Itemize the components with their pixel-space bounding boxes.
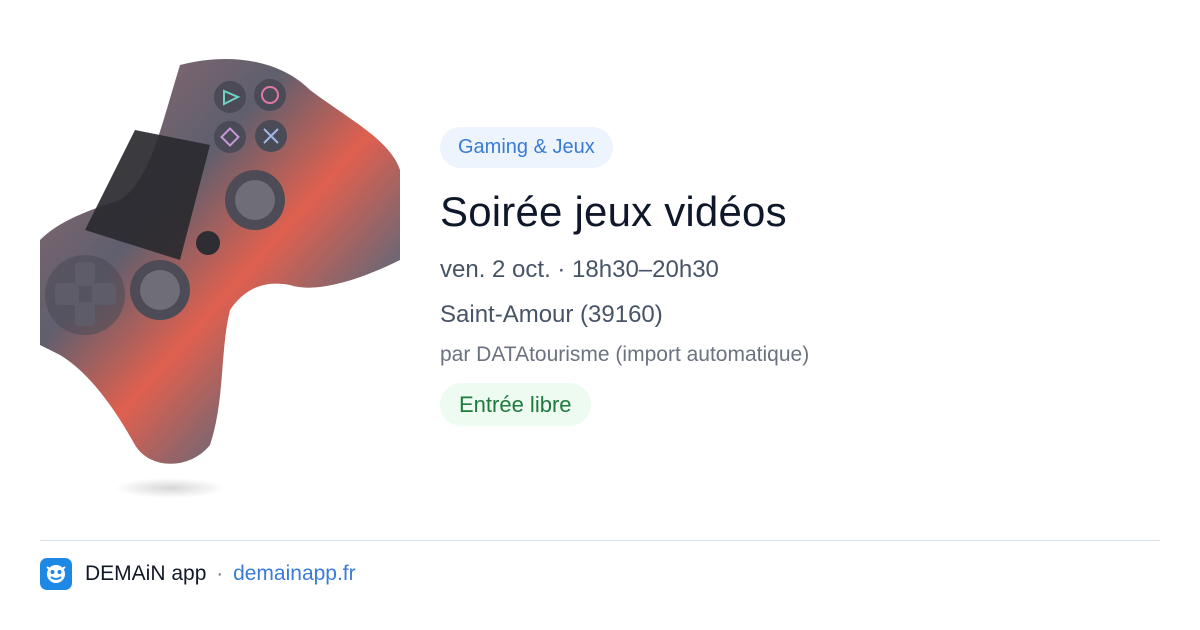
app-url-link[interactable]: demainapp.fr bbox=[233, 562, 356, 586]
app-name: DEMAiN app bbox=[85, 562, 207, 585]
event-image bbox=[40, 50, 400, 500]
footer-separator: · bbox=[216, 562, 224, 585]
event-location: Saint-Amour (39160) bbox=[440, 301, 663, 328]
footer-divider bbox=[40, 540, 1160, 541]
app-logo-icon bbox=[40, 558, 72, 590]
game-controller-icon bbox=[40, 58, 400, 498]
category-badge[interactable]: Gaming & Jeux bbox=[440, 127, 613, 168]
price-badge: Entrée libre bbox=[440, 383, 591, 426]
footer: DEMAiN app · demainapp.fr bbox=[40, 558, 356, 590]
event-title: Soirée jeux vidéos bbox=[440, 188, 787, 235]
event-details: Gaming & Jeux Soirée jeux vidéos ven. 2 … bbox=[440, 127, 1160, 426]
event-source: par DATAtourisme (import automatique) bbox=[440, 343, 810, 366]
event-datetime: ven. 2 oct. · 18h30–20h30 bbox=[440, 256, 719, 283]
